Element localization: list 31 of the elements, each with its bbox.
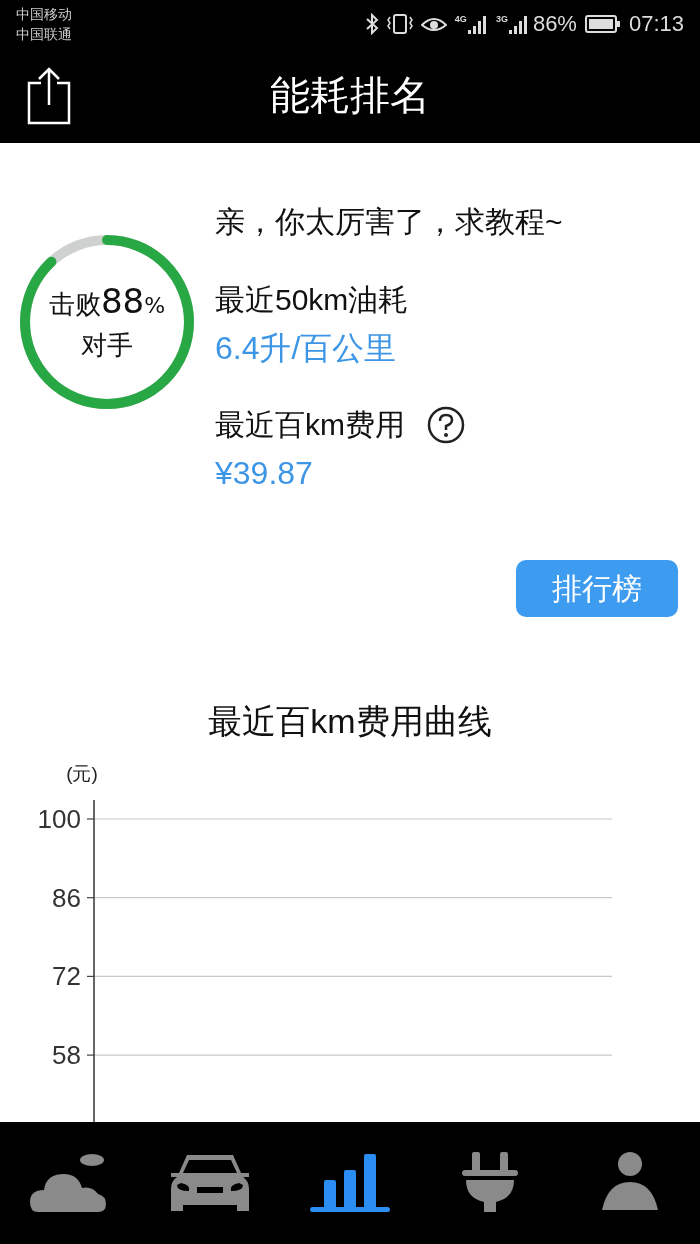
stat-label: 最近50km油耗 (215, 282, 409, 318)
battery-icon (584, 14, 621, 33)
carrier-name: 中国联通 (16, 24, 72, 44)
bar-chart-icon[interactable] (310, 1152, 390, 1214)
network-label: 3G (495, 13, 508, 24)
page-title: 能耗排名 (270, 72, 430, 119)
chart-title: 最近百km费用曲线 (208, 701, 492, 741)
clock-time: 07:13 (628, 10, 684, 38)
car-icon[interactable] (169, 1153, 251, 1213)
stat-value: 6.4升/百公里 (215, 329, 398, 367)
headline-text: 亲，你太厉害了，求教程~ (215, 204, 563, 240)
signal-icon (467, 13, 488, 34)
y-tick-label: 86 (52, 882, 81, 913)
y-tick-label: 58 (52, 1040, 81, 1071)
opponents-label: 对手 (81, 328, 133, 362)
stat-label: 最近百km费用 (215, 407, 405, 443)
bluetooth-icon (364, 12, 379, 35)
y-axis-unit: (元) (66, 763, 98, 784)
y-tick-label: 100 (37, 804, 81, 834)
defeat-percentage: 击败88% (48, 280, 166, 323)
help-icon[interactable] (427, 406, 465, 444)
vibrate-icon (386, 12, 413, 35)
plug-icon[interactable] (462, 1152, 518, 1214)
leaderboard-button[interactable]: 排行榜 (516, 560, 678, 617)
share-icon[interactable] (27, 67, 71, 125)
network-label: 4G (454, 13, 467, 24)
battery-percent: 86% (532, 10, 577, 38)
signal-icon (508, 13, 529, 34)
carrier-name: 中国移动 (16, 4, 72, 24)
y-tick-label: 72 (52, 961, 81, 992)
stat-value: ¥39.87 (215, 454, 314, 492)
